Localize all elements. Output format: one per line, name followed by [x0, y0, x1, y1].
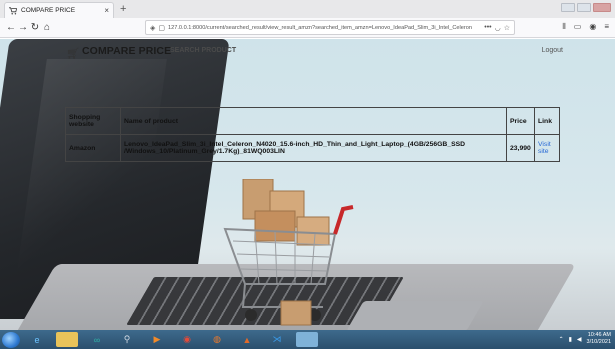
home-icon[interactable]: ⌂: [41, 22, 53, 34]
cell-price: 23,990: [506, 134, 535, 162]
results-table: Shopping website Name of product Price L…: [65, 107, 560, 162]
toolbar-right: ⫴ ▭ ◉ ≡: [562, 22, 609, 32]
reload-icon[interactable]: ↻: [29, 22, 41, 34]
matlab-icon[interactable]: ▲: [236, 332, 258, 347]
header-price: Price: [506, 107, 535, 135]
header-shopping-website: Shopping website: [65, 107, 121, 135]
cell-link: Visit site: [534, 134, 560, 162]
minimize-button[interactable]: [561, 3, 575, 12]
close-window-button[interactable]: [593, 3, 611, 12]
windows-taskbar: e ∞ ⚲ ▶ ◉ ◍ ▲ ⋊ ⌃ ▮ ◀ 10:46 AM 3/10/2021: [0, 330, 615, 349]
site-title[interactable]: COMPARE PRICE: [82, 45, 171, 57]
page-content: 🛒︎ COMPARE PRICE SEARCH PRODUCT Logout S…: [0, 39, 615, 330]
arduino-icon[interactable]: ∞: [86, 332, 108, 347]
firefox-icon[interactable]: ◍: [206, 332, 228, 347]
vscode-icon[interactable]: ⋊: [266, 332, 288, 347]
header-link: Link: [534, 107, 560, 135]
account-icon[interactable]: ◉: [589, 22, 596, 32]
shopping-cart-image: [223, 179, 354, 326]
ie-icon[interactable]: e: [26, 332, 48, 347]
clock[interactable]: 10:46 AM 3/10/2021: [587, 332, 611, 346]
url-text[interactable]: 127.0.0.1:8000/current/searched_result/v…: [168, 25, 481, 31]
table-row: Amazon Lenovo_IdeaPad_Slim_3i_Intel_Cele…: [65, 134, 560, 162]
visit-site-link[interactable]: Visit site: [538, 141, 551, 155]
pocket-icon[interactable]: ◡: [495, 24, 501, 32]
cell-product-name: Lenovo_IdeaPad_Slim_3i_Intel_Celeron_N40…: [120, 134, 507, 162]
trackpad-image: [346, 301, 484, 330]
search-product-link[interactable]: SEARCH PRODUCT: [170, 47, 236, 54]
page-actions-icon[interactable]: •••: [484, 24, 491, 31]
start-button[interactable]: [2, 331, 20, 348]
chrome-icon[interactable]: ◉: [176, 332, 198, 347]
tab-title: COMPARE PRICE: [21, 7, 76, 14]
app-window-icon[interactable]: [296, 332, 318, 347]
new-tab-button[interactable]: +: [120, 3, 126, 15]
address-bar[interactable]: ◈ ▢ 127.0.0.1:8000/current/searched_resu…: [145, 20, 515, 35]
sidebar-icon[interactable]: ▭: [574, 22, 582, 32]
browser-navbar: ← → ↻ ⌂ ◈ ▢ 127.0.0.1:8000/current/searc…: [0, 18, 615, 38]
browser-tab[interactable]: COMPARE PRICE ×: [4, 2, 114, 18]
window-controls: [561, 3, 611, 12]
tab-close-icon[interactable]: ×: [104, 6, 109, 15]
table-header-row: Shopping website Name of product Price L…: [65, 107, 560, 135]
back-icon[interactable]: ←: [5, 22, 17, 34]
tray-arrow-icon[interactable]: ⌃: [559, 336, 564, 343]
bookmark-star-icon[interactable]: ☆: [504, 24, 510, 32]
maximize-button[interactable]: [577, 3, 591, 12]
file-explorer-icon[interactable]: [56, 332, 78, 347]
header-product-name: Name of product: [120, 107, 507, 135]
search-icon[interactable]: ⚲: [116, 332, 138, 347]
clock-time: 10:46 AM: [587, 332, 611, 338]
volume-icon[interactable]: ◀: [577, 336, 582, 343]
menu-icon[interactable]: ≡: [604, 22, 609, 32]
cart-logo-icon: 🛒︎: [66, 48, 80, 60]
forward-icon[interactable]: →: [17, 22, 29, 34]
shield-icon[interactable]: ◈: [150, 24, 155, 32]
library-icon[interactable]: ⫴: [562, 22, 565, 32]
media-player-icon[interactable]: ▶: [146, 332, 168, 347]
page-info-icon[interactable]: ▢: [158, 24, 165, 32]
cell-website: Amazon: [65, 134, 121, 162]
logout-link[interactable]: Logout: [542, 47, 563, 54]
clock-date: 3/10/2021: [586, 339, 611, 345]
network-icon[interactable]: ▮: [569, 336, 572, 343]
cart-favicon-icon: [9, 6, 18, 15]
browser-tab-strip: COMPARE PRICE × +: [0, 0, 615, 18]
system-tray: ⌃ ▮ ◀ 10:46 AM 3/10/2021: [559, 332, 611, 346]
